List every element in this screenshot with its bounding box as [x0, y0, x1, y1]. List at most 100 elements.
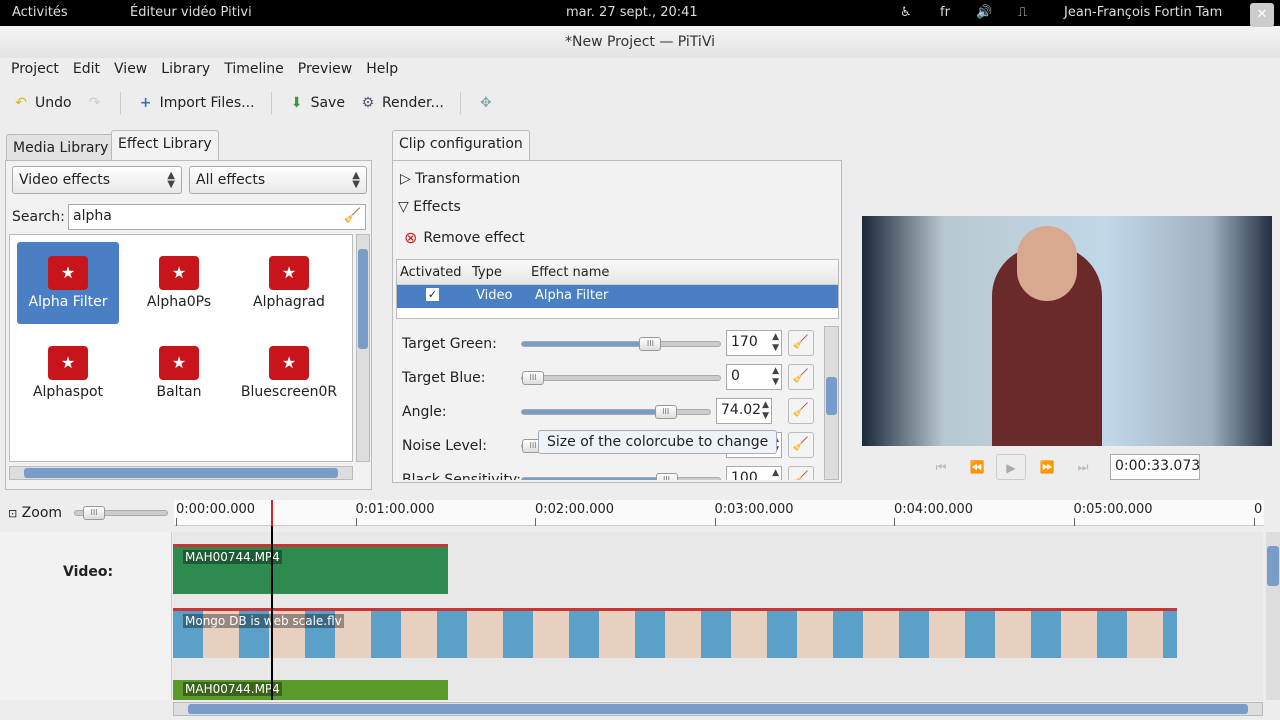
param-spinbutton[interactable]: 100 ▲▼: [726, 466, 782, 480]
step-forward-button[interactable]: ⏩: [1032, 454, 1062, 480]
menu-library[interactable]: Library: [154, 58, 217, 82]
effect-item[interactable]: ★ Alpha0Ps: [128, 242, 230, 324]
track-headers: Video:: [0, 532, 172, 700]
table-row[interactable]: ✓ Video Alpha Filter: [397, 285, 838, 308]
effect-item[interactable]: ★ Baltan: [128, 332, 230, 414]
spin-arrows-icon[interactable]: ▲▼: [772, 366, 779, 388]
reset-button[interactable]: 🧹: [788, 330, 814, 356]
top-bar: Activités Éditeur vidéo Pitivi mar. 27 s…: [0, 0, 1280, 26]
plus-icon: +: [139, 95, 152, 111]
param-value: 74.02: [721, 402, 762, 418]
spin-arrows-icon[interactable]: ▲▼: [762, 400, 769, 422]
effect-item[interactable]: ★ Alphagrad: [238, 242, 340, 324]
effect-category-combo[interactable]: All effects ▲ ▼: [189, 166, 367, 194]
ruler-tick: [355, 518, 357, 526]
broom-icon: 🧹: [792, 471, 810, 480]
transformation-expander[interactable]: ▷ Transformation: [400, 171, 520, 187]
ruler-tick: [894, 518, 895, 526]
playhead[interactable]: [271, 500, 273, 700]
remove-effect-button[interactable]: ⊗ Remove effect: [404, 228, 525, 247]
vertical-scrollbar[interactable]: [356, 234, 370, 462]
timeline-clip[interactable]: MAH00744.MP4: [173, 544, 448, 594]
param-spinbutton[interactable]: 74.02 ▲ ▼: [716, 398, 772, 424]
app-menu[interactable]: Éditeur vidéo Pitivi: [130, 5, 252, 20]
activated-checkbox[interactable]: ✓: [426, 288, 439, 301]
tab-media-library[interactable]: Media Library: [6, 134, 116, 161]
go-to-end-button[interactable]: ⏭: [1068, 454, 1098, 480]
tab-effect-library[interactable]: Effect Library: [111, 130, 219, 161]
clip-label: Mongo DB is web scale.flv: [183, 614, 344, 628]
spin-arrows-icon[interactable]: ▲▼: [772, 468, 779, 480]
import-files-button[interactable]: + Import Files...: [133, 91, 259, 115]
horizontal-scrollbar[interactable]: [9, 466, 353, 480]
param-spinbutton[interactable]: 170 ▲ ▼: [726, 330, 782, 356]
effect-icon: ★: [269, 256, 309, 290]
close-button[interactable]: ✕: [1250, 3, 1274, 27]
menu-view[interactable]: View: [107, 58, 154, 82]
step-back-button[interactable]: ⏪: [962, 454, 992, 480]
ruler-tick-label: 0:00:00.000: [176, 502, 256, 517]
save-button[interactable]: ⬇ Save: [284, 91, 349, 115]
effect-item[interactable]: ★ Alphaspot: [17, 332, 119, 414]
menu-edit[interactable]: Edit: [66, 58, 107, 82]
effects-table: Activated Type Effect name ✓ Video Alpha…: [396, 259, 839, 319]
timeline-clip[interactable]: Mongo DB is web scale.flv: [173, 608, 1177, 658]
reset-button[interactable]: 🧹: [788, 432, 814, 458]
ruler-tick: [535, 518, 536, 526]
redo-button[interactable]: ↷: [82, 91, 108, 115]
volume-icon[interactable]: 🔊: [976, 5, 992, 20]
undo-button[interactable]: ↶ Undo: [8, 91, 76, 115]
column-activated[interactable]: Activated: [400, 265, 462, 280]
search-input[interactable]: alpha 🧹: [68, 204, 366, 230]
zoom-slider[interactable]: III: [74, 506, 168, 520]
expander-label: Transformation: [415, 171, 521, 187]
timeline-clip[interactable]: MAH00744.MP4: [173, 680, 448, 700]
param-slider[interactable]: III: [521, 371, 721, 385]
go-to-start-button[interactable]: ⏮: [926, 454, 956, 480]
accessibility-icon[interactable]: ♿: [900, 5, 912, 20]
menu-project[interactable]: Project: [4, 58, 66, 82]
ruler-tick: [1073, 518, 1075, 526]
param-slider[interactable]: III: [521, 473, 721, 480]
column-effect-name[interactable]: Effect name: [531, 265, 609, 280]
param-label: Noise Level:: [402, 438, 487, 454]
video-preview: [862, 216, 1272, 446]
timeline-vscrollbar[interactable]: [1266, 532, 1280, 700]
timeline-ruler[interactable]: 0:00:00.000 0:01:00.000 0:02:00.000 0:03:00…: [174, 500, 1264, 526]
param-spinbutton[interactable]: 0 ▲ ▼: [726, 364, 782, 390]
effect-icon: ★: [48, 346, 88, 380]
param-slider[interactable]: III: [521, 405, 711, 419]
reset-button[interactable]: 🧹: [788, 398, 814, 424]
reset-button[interactable]: 🧹: [788, 466, 814, 480]
render-button[interactable]: ⚙ Render...: [355, 91, 448, 115]
language-indicator[interactable]: fr: [940, 5, 950, 20]
spin-arrows-icon[interactable]: ▲▼: [772, 332, 779, 354]
timeline-hscrollbar[interactable]: [173, 702, 1263, 716]
menu-preview[interactable]: Preview: [291, 58, 360, 82]
effects-grid: ★ Alpha Filter ★ Alpha0Ps ★ Alphagrad ★ Alph…: [9, 234, 353, 462]
param-slider[interactable]: III: [521, 337, 721, 351]
play-button[interactable]: ▶: [996, 454, 1026, 480]
track-label: Video:: [63, 564, 114, 580]
network-icon[interactable]: ⎍: [1018, 5, 1027, 20]
undo-icon: ↶: [15, 95, 27, 111]
tab-clip-configuration[interactable]: Clip configuration: [392, 130, 530, 161]
user-menu[interactable]: Jean-François Fortin Tam: [1064, 5, 1222, 20]
zoom-icon: ⊡: [8, 507, 18, 520]
fullscreen-button[interactable]: ✥: [473, 91, 499, 115]
clear-icon[interactable]: 🧹: [344, 208, 361, 224]
effect-type-combo[interactable]: Video effects ▲ ▼: [12, 166, 182, 194]
activities-button[interactable]: Activités: [12, 5, 68, 20]
menu-help[interactable]: Help: [359, 58, 405, 82]
broom-icon: 🧹: [792, 437, 810, 452]
timecode-field[interactable]: 0:00:33.073: [1110, 454, 1200, 480]
params-scrollbar[interactable]: [824, 326, 839, 480]
effects-expander[interactable]: ▽ Effects: [398, 199, 461, 215]
menu-timeline[interactable]: Timeline: [217, 58, 291, 82]
clock[interactable]: mar. 27 sept., 20:41: [566, 5, 698, 20]
effect-item[interactable]: ★ Alpha Filter: [17, 242, 119, 324]
effect-item[interactable]: ★ Bluescreen0R: [238, 332, 340, 414]
tooltip: Size of the colorcube to change: [538, 430, 778, 454]
reset-button[interactable]: 🧹: [788, 364, 814, 390]
column-type[interactable]: Type: [472, 265, 502, 280]
